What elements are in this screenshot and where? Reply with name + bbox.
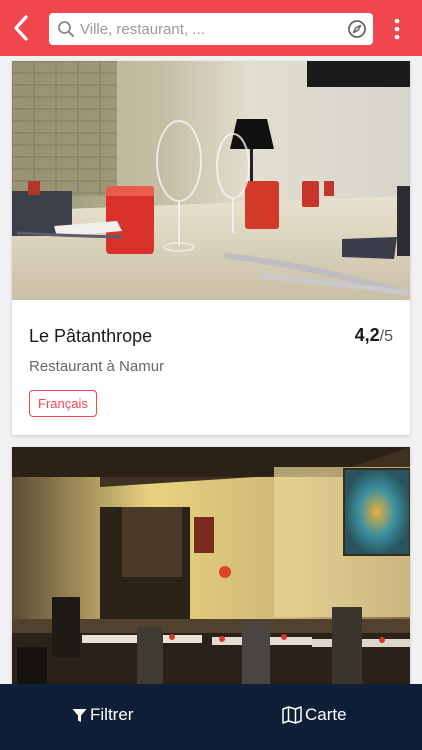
rating-max: /5: [379, 328, 393, 345]
filter-icon: [72, 708, 87, 722]
compass-icon[interactable]: [347, 19, 367, 39]
map-icon: [282, 706, 302, 724]
more-vertical-icon[interactable]: [394, 18, 400, 40]
restaurant-card[interactable]: [12, 447, 410, 684]
map-label: Carte: [305, 705, 347, 724]
filter-button[interactable]: Filtrer: [72, 693, 133, 737]
restaurant-card[interactable]: Le Pâtanthrope 4,2/5 Restaurant à Namur …: [12, 61, 410, 435]
back-button[interactable]: [10, 14, 32, 42]
restaurant-name[interactable]: Le Pâtanthrope: [29, 326, 152, 347]
rating-score: 4,2: [354, 325, 380, 345]
results-list[interactable]: Le Pâtanthrope 4,2/5 Restaurant à Namur …: [0, 56, 422, 684]
bottom-bar: Filtrer Carte: [0, 684, 422, 750]
search-bar[interactable]: Ville, restaurant, ...: [49, 13, 373, 45]
chevron-left-icon: [14, 15, 28, 41]
filter-label: Filtrer: [90, 705, 134, 724]
map-button[interactable]: Carte: [282, 693, 347, 737]
restaurant-photo[interactable]: [12, 61, 410, 300]
app-header: Ville, restaurant, ...: [0, 0, 422, 56]
search-icon: [58, 21, 74, 37]
restaurant-location: Restaurant à Namur: [29, 358, 165, 375]
cuisine-tag[interactable]: Français: [29, 390, 97, 417]
rating: 4,2/5: [355, 325, 393, 346]
search-input[interactable]: Ville, restaurant, ...: [80, 21, 205, 38]
restaurant-photo[interactable]: [12, 447, 410, 684]
